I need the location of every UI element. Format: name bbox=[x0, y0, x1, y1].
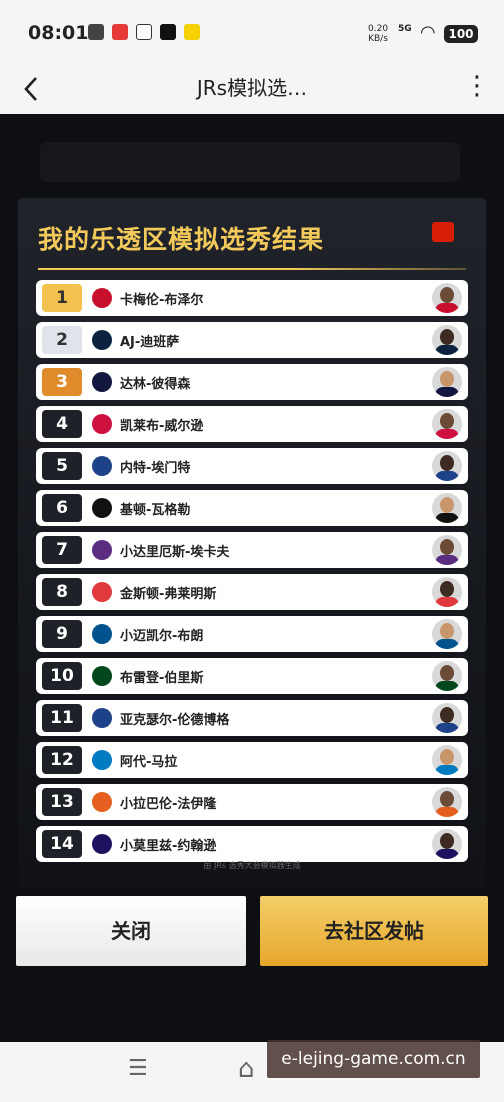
pick-number: 7 bbox=[42, 536, 82, 564]
pick-row: 5 内特-埃门特 bbox=[36, 448, 468, 484]
network-speed: 0.20 KB/s bbox=[368, 24, 389, 44]
close-button[interactable]: 关闭 bbox=[16, 896, 246, 966]
iqiyi-app-icon bbox=[136, 24, 152, 40]
brand-logo-icon bbox=[432, 222, 454, 242]
pick-row: 1 卡梅伦-布泽尔 bbox=[36, 280, 468, 316]
wifi-icon: ◠ bbox=[420, 22, 436, 43]
team-logo-icon bbox=[92, 582, 112, 602]
pick-row: 8 金斯顿-弗莱明斯 bbox=[36, 574, 468, 610]
pick-row: 9 小迈凯尔-布朗 bbox=[36, 616, 468, 652]
player-name: 凯莱布-威尔逊 bbox=[120, 419, 204, 434]
pick-row: 4 凯莱布-威尔逊 bbox=[36, 406, 468, 442]
team-logo-icon bbox=[92, 750, 112, 770]
pick-number: 9 bbox=[42, 620, 82, 648]
player-avatar bbox=[432, 829, 462, 859]
team-logo-icon bbox=[92, 666, 112, 686]
player-name: 阿代-马拉 bbox=[120, 755, 178, 770]
player-name: 达林-彼得森 bbox=[120, 377, 191, 392]
player-avatar bbox=[432, 451, 462, 481]
pick-number: 5 bbox=[42, 452, 82, 480]
battery-indicator: 100 bbox=[444, 25, 478, 43]
pick-row: 12 阿代-马拉 bbox=[36, 742, 468, 778]
player-avatar bbox=[432, 535, 462, 565]
player-avatar bbox=[432, 661, 462, 691]
red-app-icon bbox=[112, 24, 128, 40]
player-avatar bbox=[432, 619, 462, 649]
signal-5g-icon: 5G bbox=[398, 24, 412, 34]
team-logo-icon bbox=[92, 624, 112, 644]
player-name: 金斯顿-弗莱明斯 bbox=[120, 587, 217, 602]
bird-app-icon bbox=[88, 24, 104, 40]
pick-row: 14 小莫里兹-约翰逊 bbox=[36, 826, 468, 862]
pick-number: 4 bbox=[42, 410, 82, 438]
pick-row: 7 小达里厄斯-埃卡夫 bbox=[36, 532, 468, 568]
status-bar: 08:01 0.20 KB/s 5G ◠ 100 bbox=[0, 0, 504, 62]
player-avatar bbox=[432, 703, 462, 733]
team-logo-icon bbox=[92, 456, 112, 476]
pick-number: 1 bbox=[42, 284, 82, 312]
pick-number: 10 bbox=[42, 662, 82, 690]
player-name: 亚克瑟尔-伦德博格 bbox=[120, 713, 230, 728]
pick-number: 3 bbox=[42, 368, 82, 396]
tiktok-app-icon bbox=[160, 24, 176, 40]
clock: 08:01 bbox=[28, 22, 89, 44]
pick-number: 11 bbox=[42, 704, 82, 732]
team-logo-icon bbox=[92, 288, 112, 308]
player-avatar bbox=[432, 367, 462, 397]
pick-number: 8 bbox=[42, 578, 82, 606]
team-logo-icon bbox=[92, 330, 112, 350]
team-logo-icon bbox=[92, 834, 112, 854]
team-logo-icon bbox=[92, 540, 112, 560]
pick-row: 13 小拉巴伦-法伊隆 bbox=[36, 784, 468, 820]
pick-number: 2 bbox=[42, 326, 82, 354]
player-name: AJ-迪班萨 bbox=[120, 335, 180, 350]
title-divider bbox=[38, 268, 466, 270]
pick-number: 14 bbox=[42, 830, 82, 858]
team-logo-icon bbox=[92, 498, 112, 518]
team-logo-icon bbox=[92, 414, 112, 434]
player-name: 小莫里兹-约翰逊 bbox=[120, 839, 217, 854]
pick-row: 2 AJ-迪班萨 bbox=[36, 322, 468, 358]
card-footer-note: 由 JRs 选秀大会模拟器生成 bbox=[203, 861, 301, 870]
yellow-app-icon bbox=[184, 24, 200, 40]
post-to-community-button[interactable]: 去社区发帖 bbox=[260, 896, 488, 966]
player-name: 小拉巴伦-法伊隆 bbox=[120, 797, 217, 812]
pick-number: 13 bbox=[42, 788, 82, 816]
player-avatar bbox=[432, 283, 462, 313]
background-blur bbox=[40, 142, 460, 182]
team-logo-icon bbox=[92, 372, 112, 392]
pick-row: 10 布雷登-伯里斯 bbox=[36, 658, 468, 694]
nav-bar: JRs模拟选… ⋮ bbox=[0, 62, 504, 114]
main-content: 我的乐透区模拟选秀结果 1 卡梅伦-布泽尔 2 AJ-迪班萨 3 达林-彼得森 4 凯莱布-威… bbox=[0, 114, 504, 1042]
team-logo-icon bbox=[92, 792, 112, 812]
pick-row: 11 亚克瑟尔-伦德博格 bbox=[36, 700, 468, 736]
more-button[interactable]: ⋮ bbox=[464, 66, 490, 106]
player-name: 内特-埃门特 bbox=[120, 461, 191, 476]
notification-icons bbox=[88, 24, 200, 40]
player-name: 小迈凯尔-布朗 bbox=[120, 629, 204, 644]
page-title: JRs模拟选… bbox=[196, 76, 308, 100]
player-avatar bbox=[432, 493, 462, 523]
player-avatar bbox=[432, 577, 462, 607]
pick-row: 3 达林-彼得森 bbox=[36, 364, 468, 400]
pick-number: 12 bbox=[42, 746, 82, 774]
menu-icon[interactable]: ☰ bbox=[128, 1056, 148, 1081]
pick-row: 6 基顿-瓦格勒 bbox=[36, 490, 468, 526]
draft-result-card: 我的乐透区模拟选秀结果 1 卡梅伦-布泽尔 2 AJ-迪班萨 3 达林-彼得森 4 凯莱布-威… bbox=[18, 198, 486, 888]
home-icon[interactable]: ⌂ bbox=[238, 1054, 255, 1084]
team-logo-icon bbox=[92, 708, 112, 728]
player-name: 卡梅伦-布泽尔 bbox=[120, 293, 204, 308]
player-name: 布雷登-伯里斯 bbox=[120, 671, 204, 686]
player-name: 小达里厄斯-埃卡夫 bbox=[120, 545, 230, 560]
player-avatar bbox=[432, 325, 462, 355]
player-avatar bbox=[432, 745, 462, 775]
card-title: 我的乐透区模拟选秀结果 bbox=[38, 225, 325, 254]
watermark: e-lejing-game.com.cn bbox=[267, 1040, 480, 1078]
player-avatar bbox=[432, 409, 462, 439]
player-name: 基顿-瓦格勒 bbox=[120, 503, 191, 518]
player-avatar bbox=[432, 787, 462, 817]
pick-number: 6 bbox=[42, 494, 82, 522]
